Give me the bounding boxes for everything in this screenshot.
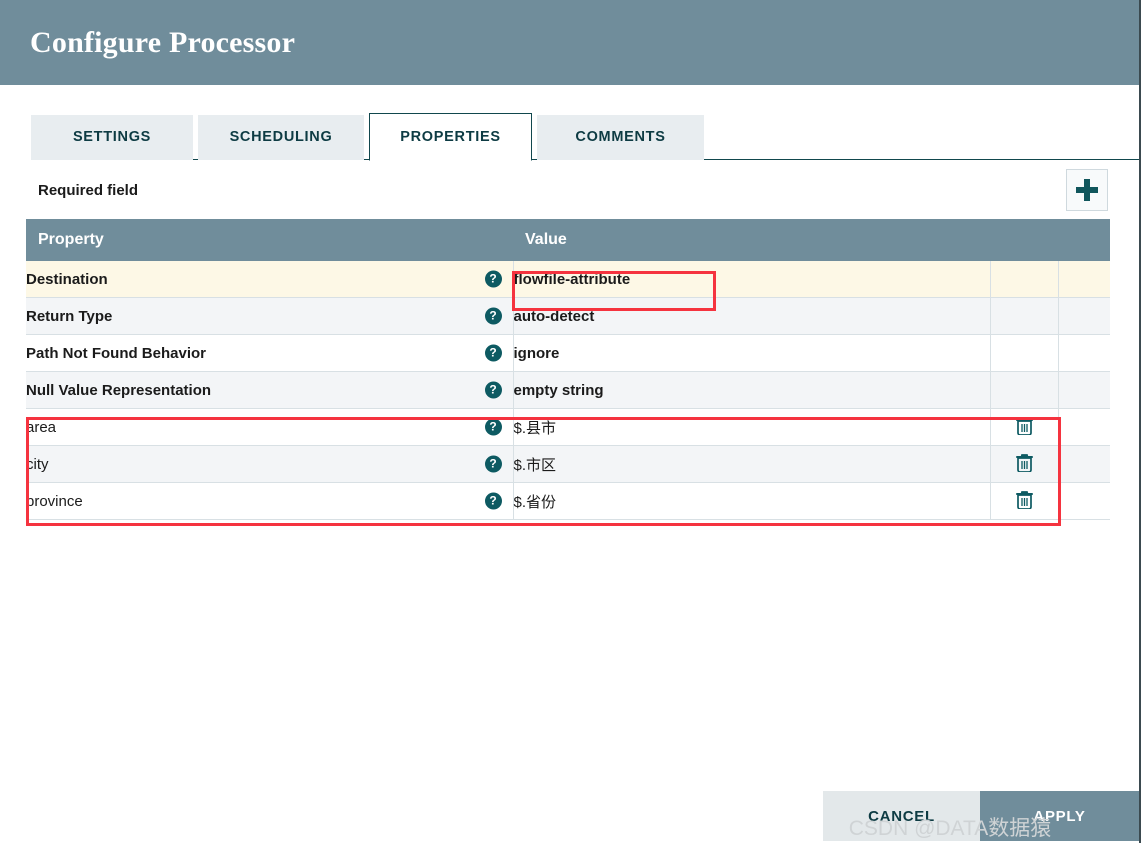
table-row[interactable]: city ? $.市区	[26, 445, 1110, 483]
property-action-cell	[990, 334, 1059, 372]
help-circle-icon[interactable]: ?	[484, 270, 502, 288]
tab-scheduling[interactable]: SCHEDULING	[198, 115, 364, 160]
property-name-cell[interactable]: area ?	[26, 408, 514, 446]
property-value-cell[interactable]: ignore	[513, 334, 991, 372]
property-name: city	[26, 455, 49, 473]
property-action-cell	[990, 445, 1059, 483]
help-circle-icon[interactable]: ?	[484, 418, 502, 436]
trash-icon[interactable]	[1015, 490, 1033, 509]
table-row[interactable]: Destination ? flowfile-attribute	[26, 261, 1110, 298]
apply-button[interactable]: APPLY	[980, 791, 1139, 841]
help-circle-icon[interactable]: ?	[484, 344, 502, 362]
properties-subheader: Required field	[0, 161, 1139, 219]
property-end-cell	[1058, 408, 1110, 446]
column-header-property[interactable]: Property	[26, 219, 513, 261]
dialog-header: Configure Processor	[0, 0, 1139, 85]
property-value-cell[interactable]: empty string	[513, 371, 991, 409]
property-action-cell	[990, 297, 1059, 335]
property-name-cell[interactable]: Path Not Found Behavior ?	[26, 334, 514, 372]
properties-table: Property Value Destination ? flowfile-at…	[26, 219, 1110, 520]
property-name-cell[interactable]: Destination ?	[26, 261, 514, 298]
property-end-cell	[1058, 297, 1110, 335]
tab-settings[interactable]: SETTINGS	[31, 115, 193, 160]
table-row[interactable]: Return Type ? auto-detect	[26, 297, 1110, 335]
property-action-cell	[990, 482, 1059, 520]
trash-icon[interactable]	[1015, 416, 1033, 435]
add-property-button[interactable]	[1066, 169, 1108, 211]
tab-bar-wrapper: SETTINGS SCHEDULING PROPERTIES COMMENTS	[0, 85, 1139, 161]
property-action-cell	[990, 261, 1059, 298]
table-row[interactable]: province ? $.省份	[26, 482, 1110, 520]
property-name-cell[interactable]: Null Value Representation ?	[26, 371, 514, 409]
property-name-cell[interactable]: city ?	[26, 445, 514, 483]
dialog-footer: CANCEL APPLY	[0, 791, 1139, 843]
property-end-cell	[1058, 371, 1110, 409]
property-name-cell[interactable]: Return Type ?	[26, 297, 514, 335]
configure-processor-dialog: Configure Processor SETTINGS SCHEDULING …	[0, 0, 1141, 843]
page-title: Configure Processor	[30, 25, 296, 59]
property-name-cell[interactable]: province ?	[26, 482, 514, 520]
property-end-cell	[1058, 482, 1110, 520]
table-row[interactable]: Null Value Representation ? empty string	[26, 371, 1110, 409]
properties-table-body: Destination ? flowfile-attribute Return …	[26, 261, 1110, 520]
property-action-cell	[990, 371, 1059, 409]
tab-comments[interactable]: COMMENTS	[537, 115, 704, 160]
property-value-cell[interactable]: flowfile-attribute	[513, 261, 991, 298]
property-action-cell	[990, 408, 1059, 446]
cancel-button[interactable]: CANCEL	[823, 791, 980, 841]
column-header-value[interactable]: Value	[513, 219, 1110, 261]
property-name: Destination	[26, 270, 108, 288]
property-name: Null Value Representation	[26, 381, 212, 399]
help-circle-icon[interactable]: ?	[484, 492, 502, 510]
tab-properties[interactable]: PROPERTIES	[369, 113, 532, 161]
trash-icon[interactable]	[1015, 453, 1033, 472]
property-value-cell[interactable]: $.县市	[513, 408, 991, 446]
property-name: Return Type	[26, 307, 113, 325]
plus-icon	[1076, 179, 1098, 201]
table-row[interactable]: Path Not Found Behavior ? ignore	[26, 334, 1110, 372]
help-circle-icon[interactable]: ?	[484, 455, 502, 473]
tab-bar: SETTINGS SCHEDULING PROPERTIES COMMENTS	[31, 113, 1139, 161]
property-value-cell[interactable]: $.市区	[513, 445, 991, 483]
properties-table-wrapper: Property Value Destination ? flowfile-at…	[26, 219, 1110, 520]
property-name: area	[26, 418, 57, 436]
property-name: province	[26, 492, 83, 510]
required-field-label: Required field	[38, 181, 139, 199]
property-end-cell	[1058, 334, 1110, 372]
table-row[interactable]: area ? $.县市	[26, 408, 1110, 446]
property-value-cell[interactable]: $.省份	[513, 482, 991, 520]
table-header-row: Property Value	[26, 219, 1110, 261]
property-value-cell[interactable]: auto-detect	[513, 297, 991, 335]
help-circle-icon[interactable]: ?	[484, 381, 502, 399]
help-circle-icon[interactable]: ?	[484, 307, 502, 325]
property-end-cell	[1058, 445, 1110, 483]
property-end-cell	[1058, 261, 1110, 298]
property-name: Path Not Found Behavior	[26, 344, 206, 362]
